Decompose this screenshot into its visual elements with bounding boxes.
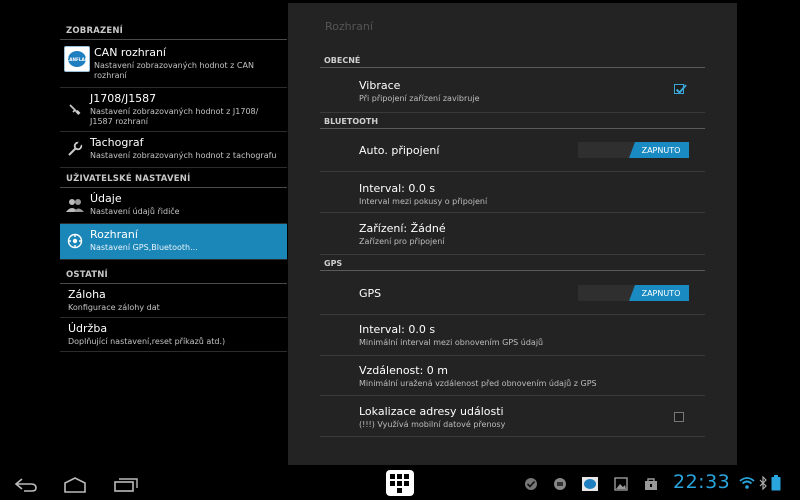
pref-bt-device[interactable]: Zařízení: Žádné Zařízení pro připojení (320, 213, 705, 255)
bt-autoconnect-switch[interactable]: ZAPNUTO (578, 142, 689, 158)
wifi-icon[interactable] (739, 476, 755, 490)
image-icon[interactable] (614, 477, 628, 491)
pref-title: Vibrace (359, 79, 401, 92)
pref-bt-autoconnect[interactable]: Auto. připojení ZAPNUTO (320, 129, 705, 172)
bluetooth-icon[interactable] (759, 476, 767, 490)
pref-summary: Minimální uražená vzdálenost před obnove… (359, 379, 597, 388)
list-item-title: CAN rozhraní (94, 46, 166, 59)
list-item-subtitle: Konfigurace zálohy dat (68, 303, 160, 312)
list-item-subtitle: Nastavení údajů řidiče (90, 207, 180, 216)
list-item-title: Údržba (68, 322, 108, 335)
pref-gps-distance[interactable]: Vzdálenost: 0 m Minimální uražená vzdále… (320, 356, 705, 396)
pref-summary: Interval mezi pokusy o připojení (359, 197, 488, 206)
list-item-tachograph[interactable]: Tachograf Nastavení zobrazovaných hodnot… (60, 132, 287, 168)
list-item-title: J1708/J1587 (90, 92, 157, 105)
list-item-maintenance[interactable]: Údržba Doplňující nastavení,reset příkaz… (60, 318, 287, 352)
pref-title: Interval: 0.0 s (359, 323, 436, 336)
canflap-logo: CANFLAP (64, 46, 90, 72)
plug-icon (64, 98, 86, 120)
vibration-checkbox[interactable] (674, 84, 687, 94)
list-item-j1708[interactable]: J1708/J1587 Nastavení zobrazovaných hodn… (60, 88, 287, 132)
switch-label: ZAPNUTO (629, 142, 689, 158)
pref-title: Interval: 0.0 s (359, 182, 436, 195)
all-apps-button[interactable] (386, 470, 414, 496)
list-item-subtitle: Nastavení zobrazovaných hodnot z J1708/ … (90, 107, 259, 126)
list-item-backup[interactable]: Záloha Konfigurace zálohy dat (60, 284, 287, 318)
wrench-icon (64, 138, 86, 160)
canflap-icon[interactable] (582, 477, 598, 491)
app-icon[interactable] (553, 477, 567, 491)
list-item-subtitle: Nastavení zobrazovaných hodnot z CAN roz… (94, 61, 254, 80)
settings-detail-panel: Rozhraní OBECNÉ Vibrace Při připojení za… (288, 3, 737, 465)
bag-icon[interactable] (644, 477, 658, 491)
pref-localization[interactable]: Lokalizace adresy události (!!!) Využívá… (320, 396, 705, 437)
gps-switch[interactable]: ZAPNUTO (578, 285, 689, 301)
category-display: ZOBRAZENÍ (60, 20, 287, 40)
list-item-subtitle: Doplňující nastavení,reset příkazů atd.) (68, 337, 226, 346)
battery-icon[interactable] (771, 475, 781, 491)
section-general: OBECNÉ (320, 51, 705, 68)
list-item-interface[interactable]: Rozhraní Nastavení GPS,Bluetooth... (60, 224, 287, 260)
category-user: UŽIVATELSKÉ NASTAVENÍ (60, 168, 287, 188)
settings-headers-list: ZOBRAZENÍ CANFLAP CAN rozhraní Nastavení… (60, 0, 287, 465)
pref-summary: Minimální interval mezi obnovením GPS úd… (359, 338, 544, 347)
pref-title: Vzdálenost: 0 m (359, 364, 449, 377)
pref-title: Zařízení: Žádné (359, 222, 446, 235)
pref-summary: Zařízení pro připojení (359, 237, 445, 246)
pref-vibration[interactable]: Vibrace Při připojení zařízení zavibruje (320, 68, 705, 113)
logo-text: CANFLAP (66, 57, 88, 62)
pref-title: Lokalizace adresy události (359, 405, 504, 418)
pref-summary: (!!!) Využívá mobilní datové přenosy (359, 420, 506, 429)
switch-label: ZAPNUTO (629, 285, 689, 301)
localization-checkbox[interactable] (674, 412, 684, 422)
home-icon[interactable] (62, 477, 88, 493)
list-item-can[interactable]: CANFLAP CAN rozhraní Nastavení zobrazova… (60, 40, 287, 88)
back-icon[interactable] (14, 478, 38, 492)
clock[interactable]: 22:33 (673, 471, 730, 493)
section-gps: GPS (320, 254, 705, 271)
list-item-data[interactable]: Údaje Nastavení údajů řidiče (60, 188, 287, 224)
pref-bt-interval[interactable]: Interval: 0.0 s Interval mezi pokusy o p… (320, 172, 705, 213)
users-icon (64, 194, 86, 216)
pref-title: GPS (359, 287, 382, 300)
list-item-subtitle: Nastavení zobrazovaných hodnot z tachogr… (90, 151, 277, 160)
pref-gps[interactable]: GPS ZAPNUTO (320, 271, 705, 315)
pref-summary: Při připojení zařízení zavibruje (359, 94, 480, 103)
list-item-title: Záloha (68, 288, 106, 301)
list-item-title: Tachograf (90, 136, 144, 149)
category-other: OSTATNÍ (60, 264, 287, 284)
list-item-title: Rozhraní (90, 228, 138, 241)
section-bluetooth: BLUETOOTH (320, 112, 705, 129)
recent-apps-icon[interactable] (114, 478, 138, 492)
gear-icon (64, 230, 86, 252)
panel-title: Rozhraní (325, 20, 373, 33)
check-icon[interactable] (524, 477, 538, 491)
list-item-title: Údaje (90, 192, 122, 205)
pref-title: Auto. připojení (359, 144, 440, 157)
list-item-subtitle: Nastavení GPS,Bluetooth... (90, 243, 198, 252)
pref-gps-interval[interactable]: Interval: 0.0 s Minimální interval mezi … (320, 315, 705, 356)
